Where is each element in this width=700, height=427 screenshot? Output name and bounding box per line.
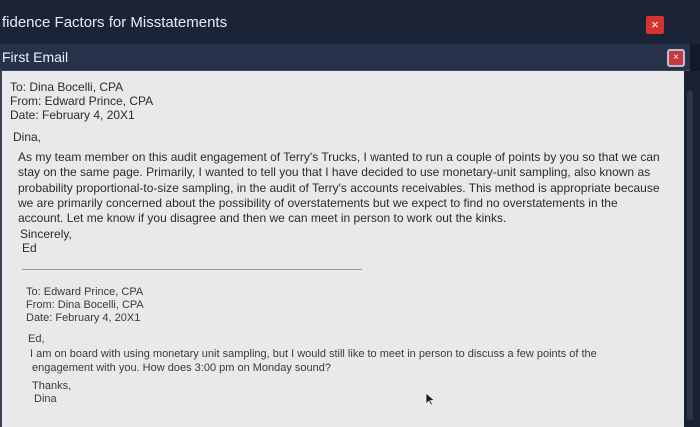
email2-to: To: Edward Prince, CPA	[26, 286, 144, 298]
email1-from: From: Edward Prince, CPA	[10, 94, 154, 108]
title-bar: fidence Factors for Misstatements ×	[0, 0, 700, 44]
mouse-cursor-icon	[425, 392, 436, 411]
panel-close-button[interactable]: ×	[667, 49, 685, 67]
content-left-border	[0, 71, 2, 427]
email2-closing: Thanks,	[32, 380, 72, 392]
email2-from: From: Dina Bocelli, CPA	[26, 299, 144, 311]
email2-body-line2: engagement with you. How does 3:00 pm on…	[32, 362, 332, 374]
dialog-window: fidence Factors for Misstatements × Firs…	[0, 0, 700, 427]
close-icon: ×	[673, 52, 679, 63]
email-divider	[22, 269, 362, 270]
email1-date: Date: February 4, 20X1	[10, 108, 135, 122]
window-title: fidence Factors for Misstatements	[2, 14, 228, 31]
scrollbar-thumb[interactable]	[687, 90, 693, 420]
email1-body: As my team member on this audit engageme…	[18, 150, 660, 226]
panel-title: First Email	[2, 49, 69, 65]
panel-header: First Email	[0, 44, 690, 71]
email1-signature: Ed	[22, 241, 37, 255]
email1-closing: Sincerely,	[20, 227, 72, 241]
email2-signature: Dina	[34, 393, 57, 405]
email2-date: Date: February 4, 20X1	[26, 312, 141, 324]
email1-to: To: Dina Bocelli, CPA	[10, 80, 124, 94]
email1-greeting: Dina,	[13, 130, 42, 144]
close-icon: ×	[651, 17, 659, 32]
email2-greeting: Ed,	[28, 333, 45, 345]
window-close-button[interactable]: ×	[646, 16, 664, 34]
email2-body-line1: I am on board with using monetary unit s…	[30, 348, 597, 360]
